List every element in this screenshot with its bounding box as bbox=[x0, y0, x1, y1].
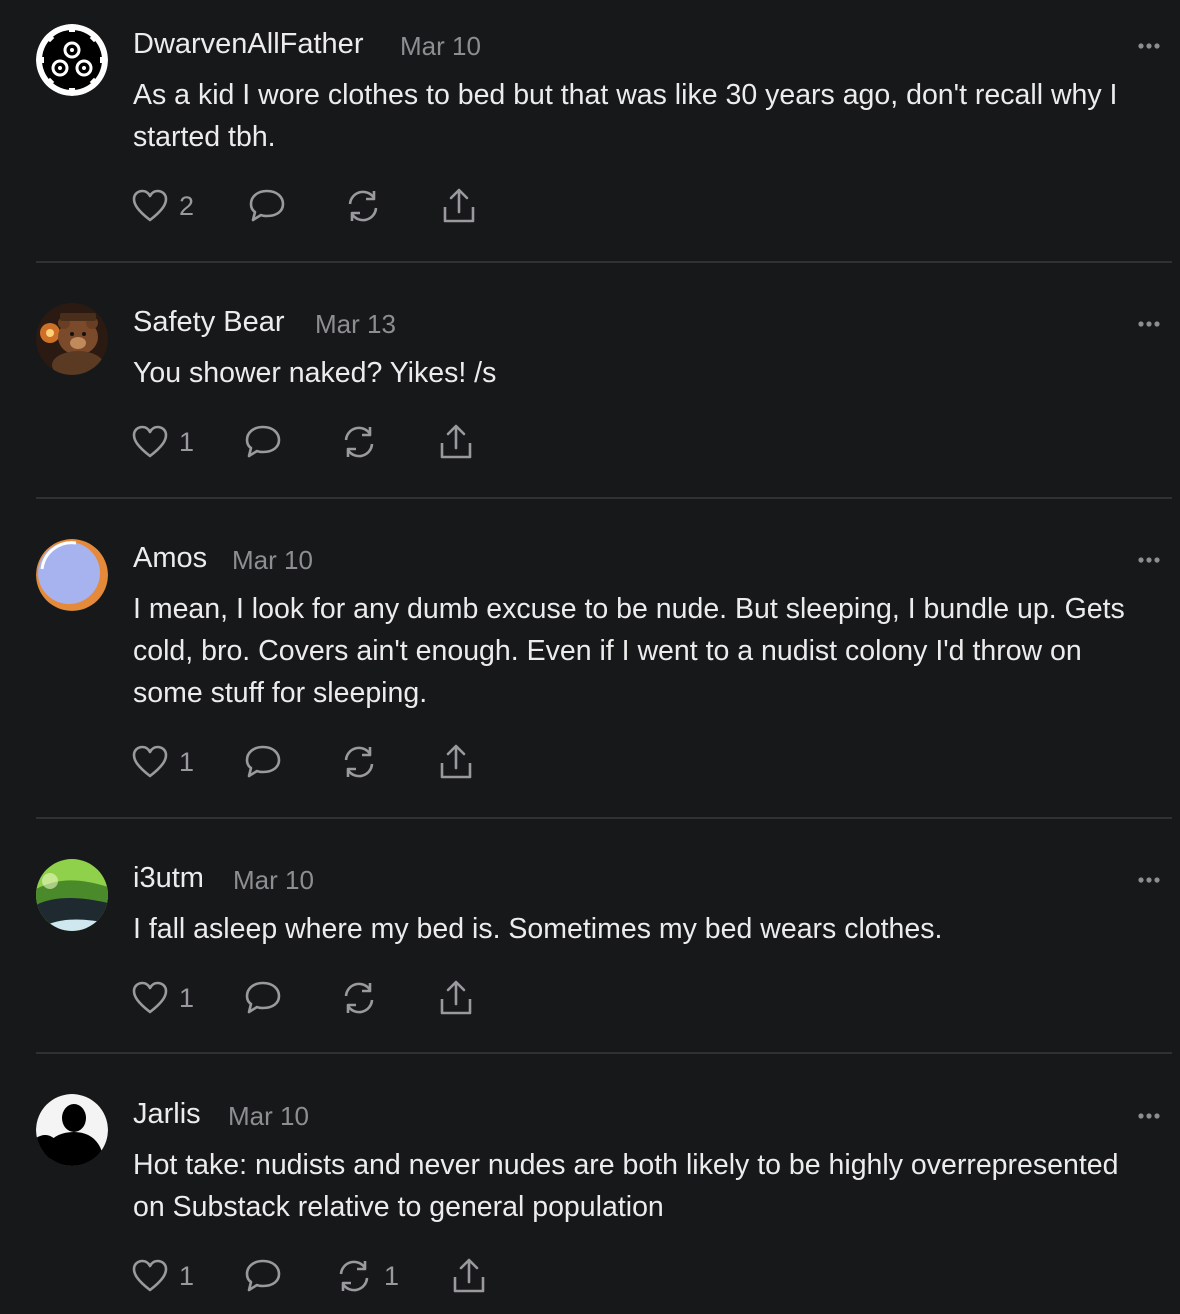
like-button[interactable]: 1 bbox=[131, 742, 194, 782]
heart-icon bbox=[132, 425, 168, 458]
speech-bubble-icon bbox=[245, 425, 281, 458]
comment-author[interactable]: DwarvenAllFather bbox=[133, 28, 363, 61]
like-count: 2 bbox=[179, 190, 195, 221]
comment-text: You shower naked? Yikes! /s bbox=[133, 357, 497, 389]
share-button[interactable] bbox=[436, 978, 476, 1018]
restack-button[interactable] bbox=[339, 742, 379, 782]
refresh-arrows-icon bbox=[339, 1260, 369, 1292]
ellipsis-icon[interactable] bbox=[1136, 1109, 1166, 1121]
comment-divider bbox=[36, 817, 1172, 819]
reply-button[interactable] bbox=[243, 742, 283, 782]
share-button[interactable] bbox=[436, 742, 476, 782]
comment-feed: DwarvenAllFather Mar 10 As a kid I wore … bbox=[0, 0, 1180, 1314]
comment-author[interactable]: Safety Bear bbox=[133, 306, 285, 339]
comment-text: I mean, I look for any dumb excuse to be… bbox=[133, 593, 1125, 709]
like-button[interactable]: 1 bbox=[131, 978, 194, 1018]
ellipsis-icon[interactable] bbox=[1136, 553, 1166, 565]
reply-button[interactable] bbox=[247, 186, 287, 226]
refresh-arrows-icon bbox=[344, 746, 374, 778]
like-button[interactable]: 1 bbox=[131, 1256, 194, 1296]
like-count: 1 bbox=[179, 1260, 195, 1291]
reply-button[interactable] bbox=[243, 422, 283, 462]
restack-button[interactable] bbox=[339, 422, 379, 462]
silhouette-avatar-icon[interactable] bbox=[36, 1094, 108, 1166]
speech-bubble-icon bbox=[249, 189, 285, 222]
comment-divider bbox=[36, 261, 1172, 263]
share-button[interactable] bbox=[449, 1256, 489, 1296]
heart-icon bbox=[132, 981, 168, 1014]
ellipsis-icon[interactable] bbox=[1136, 873, 1166, 885]
comment-text: Hot take: nudists and never nudes are bo… bbox=[133, 1149, 1119, 1223]
speech-bubble-icon bbox=[245, 981, 281, 1014]
refresh-arrows-icon bbox=[344, 982, 374, 1014]
comment-author[interactable]: i3utm bbox=[133, 862, 204, 895]
bear-avatar-icon[interactable] bbox=[36, 303, 108, 375]
like-count: 1 bbox=[179, 426, 195, 457]
comment-date: Mar 13 bbox=[315, 309, 396, 339]
refresh-arrows-icon bbox=[344, 426, 374, 458]
colored-circle-avatar-icon[interactable] bbox=[36, 539, 108, 611]
comment-text: I fall asleep where my bed is. Sometimes… bbox=[133, 913, 943, 945]
heart-icon bbox=[132, 1259, 168, 1292]
comment-date: Mar 10 bbox=[233, 865, 314, 895]
comment-date: Mar 10 bbox=[228, 1101, 309, 1131]
ellipsis-icon[interactable] bbox=[1136, 39, 1166, 51]
share-button[interactable] bbox=[436, 422, 476, 462]
like-button[interactable]: 2 bbox=[131, 186, 194, 226]
restack-button[interactable]: 1 bbox=[334, 1256, 399, 1296]
share-upload-icon bbox=[443, 188, 475, 223]
landscape-avatar-icon[interactable] bbox=[36, 859, 108, 931]
comment-divider bbox=[36, 497, 1172, 499]
like-button[interactable]: 1 bbox=[131, 422, 194, 462]
heart-icon bbox=[132, 745, 168, 778]
gear-avatar-icon[interactable] bbox=[36, 24, 108, 96]
comment-date: Mar 10 bbox=[400, 31, 481, 61]
comment-date: Mar 10 bbox=[232, 545, 313, 575]
comment-author[interactable]: Jarlis bbox=[133, 1098, 201, 1131]
comment-divider bbox=[36, 1052, 1172, 1054]
restack-count: 1 bbox=[384, 1260, 400, 1291]
restack-button[interactable] bbox=[343, 186, 383, 226]
share-upload-icon bbox=[440, 744, 472, 779]
speech-bubble-icon bbox=[245, 1259, 281, 1292]
ellipsis-icon[interactable] bbox=[1136, 317, 1166, 329]
like-count: 1 bbox=[179, 982, 195, 1013]
reply-button[interactable] bbox=[243, 978, 283, 1018]
share-button[interactable] bbox=[439, 186, 479, 226]
reply-button[interactable] bbox=[243, 1256, 283, 1296]
speech-bubble-icon bbox=[245, 745, 281, 778]
refresh-arrows-icon bbox=[348, 190, 378, 222]
restack-button[interactable] bbox=[339, 978, 379, 1018]
like-count: 1 bbox=[179, 746, 195, 777]
heart-icon bbox=[132, 189, 168, 222]
comment-text: As a kid I wore clothes to bed but that … bbox=[133, 79, 1118, 153]
share-upload-icon bbox=[440, 980, 472, 1015]
share-upload-icon bbox=[453, 1258, 485, 1293]
comment-author[interactable]: Amos bbox=[133, 542, 207, 575]
share-upload-icon bbox=[440, 424, 472, 459]
